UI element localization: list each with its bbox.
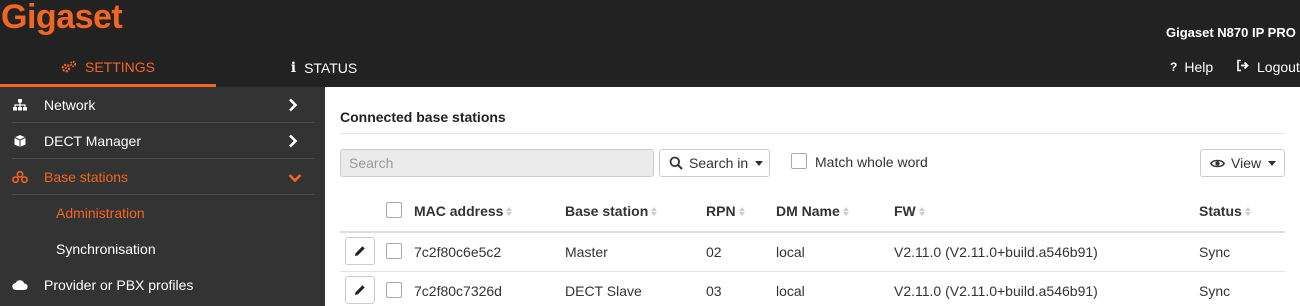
help-label: Help (1184, 59, 1214, 75)
question-icon: ? (1170, 60, 1178, 74)
edit-button[interactable] (345, 237, 375, 265)
column-header-rpn[interactable]: RPN (706, 203, 745, 219)
pencil-icon (355, 285, 365, 295)
section-title: Connected base stations (340, 109, 506, 125)
cell-dm-name: local (776, 283, 805, 299)
tab-status[interactable]: i STATUS (216, 49, 432, 87)
sidebar-item-label: Base stations (44, 169, 129, 185)
column-label: Status (1199, 203, 1242, 219)
info-icon: i (290, 60, 297, 76)
top-bar: Gigaset Gigaset N870 IP PRO SETTINGS i S… (0, 0, 1300, 87)
box-icon (12, 134, 28, 148)
logout-icon (1236, 59, 1250, 75)
tab-settings[interactable]: SETTINGS (0, 49, 216, 87)
search-icon (669, 156, 683, 170)
cell-rpn: 03 (706, 283, 722, 299)
sort-icon (842, 206, 849, 216)
pencil-icon (355, 246, 365, 256)
sidebar-item-label: DECT Manager (44, 133, 142, 149)
main-content: Connected base stations Search in Match … (325, 87, 1300, 306)
chevron-right-icon (288, 134, 298, 151)
cell-status: Sync (1199, 283, 1231, 299)
sidebar-item-provider-profiles[interactable]: Provider or PBX profiles (0, 267, 325, 303)
cell-rpn: 02 (706, 244, 722, 260)
column-label: MAC address (414, 203, 504, 219)
column-header-dm-name[interactable]: DM Name (776, 203, 849, 219)
cell-status: Sync (1199, 244, 1231, 260)
tab-status-label: STATUS (304, 60, 358, 76)
column-label: DM Name (776, 203, 840, 219)
sidebar-subitem-administration[interactable]: Administration (0, 195, 325, 231)
network-icon (12, 98, 28, 112)
column-header-base-station[interactable]: Base station (565, 203, 658, 219)
sidebar-item-base-stations[interactable]: Base stations (0, 159, 325, 195)
column-label: Base station (565, 203, 649, 219)
table-row: 7c2f80c7326d DECT Slave 03 local V2.11.0… (340, 272, 1285, 306)
cloud-icon (12, 278, 28, 292)
eye-icon (1210, 158, 1225, 169)
sidebar-subitem-label: Administration (56, 205, 145, 221)
row-checkbox[interactable] (386, 282, 402, 298)
chevron-right-icon (288, 98, 298, 115)
row-checkbox[interactable] (386, 243, 402, 259)
logout-link[interactable]: Logout (1236, 49, 1300, 85)
sidebar-item-dect-manager[interactable]: DECT Manager (0, 123, 325, 159)
sort-icon (738, 206, 745, 216)
cell-dm-name: local (776, 244, 805, 260)
sidebar-item-label: Provider or PBX profiles (44, 277, 194, 293)
cell-mac-address: 7c2f80c7326d (414, 283, 502, 299)
divider (340, 133, 1285, 134)
select-all-checkbox[interactable] (386, 202, 402, 218)
table-row: 7c2f80c6e5c2 Master 02 local V2.11.0 (V2… (340, 233, 1285, 272)
cell-base-station: DECT Slave (565, 283, 642, 299)
gigaset-logo: Gigaset (1, 0, 123, 36)
column-header-status[interactable]: Status (1199, 203, 1251, 219)
view-dropdown[interactable]: View (1200, 149, 1285, 177)
sort-icon (506, 206, 513, 216)
base-stations-icon (12, 170, 28, 184)
search-input[interactable] (340, 149, 654, 177)
device-name: Gigaset N870 IP PRO (1166, 25, 1296, 40)
sidebar-subitem-label: Synchronisation (56, 241, 156, 257)
tab-settings-label: SETTINGS (84, 58, 155, 75)
help-link[interactable]: ? Help (1170, 49, 1213, 85)
sidebar-subitem-synchronisation[interactable]: Synchronisation (0, 231, 325, 267)
caret-down-icon (755, 160, 764, 166)
sort-icon (651, 206, 658, 216)
chevron-down-icon (288, 170, 302, 186)
cell-fw: V2.11.0 (V2.11.0+build.a546b91) (894, 283, 1098, 299)
sidebar-item-network[interactable]: Network (0, 87, 325, 123)
edit-button[interactable] (345, 276, 375, 304)
sidebar-item-label: Network (44, 97, 96, 113)
search-in-dropdown[interactable]: Search in (659, 149, 770, 177)
cell-mac-address: 7c2f80c6e5c2 (414, 244, 502, 260)
column-header-mac-address[interactable]: MAC address (414, 203, 513, 219)
logout-label: Logout (1257, 59, 1300, 75)
column-label: RPN (706, 203, 736, 219)
sidebar: Network DECT Manager Base stations Admin… (0, 87, 325, 306)
gears-icon (61, 60, 77, 74)
sort-icon (1244, 206, 1251, 216)
cell-fw: V2.11.0 (V2.11.0+build.a546b91) (894, 244, 1098, 260)
match-whole-word-checkbox[interactable] (791, 153, 807, 169)
view-label: View (1231, 155, 1262, 171)
column-header-fw[interactable]: FW (894, 203, 925, 219)
column-label: FW (894, 203, 916, 219)
caret-down-icon (1268, 160, 1277, 166)
cell-base-station: Master (565, 244, 608, 260)
match-whole-word-label: Match whole word (815, 154, 928, 170)
sort-icon (918, 206, 925, 216)
search-in-label: Search in (689, 155, 749, 171)
